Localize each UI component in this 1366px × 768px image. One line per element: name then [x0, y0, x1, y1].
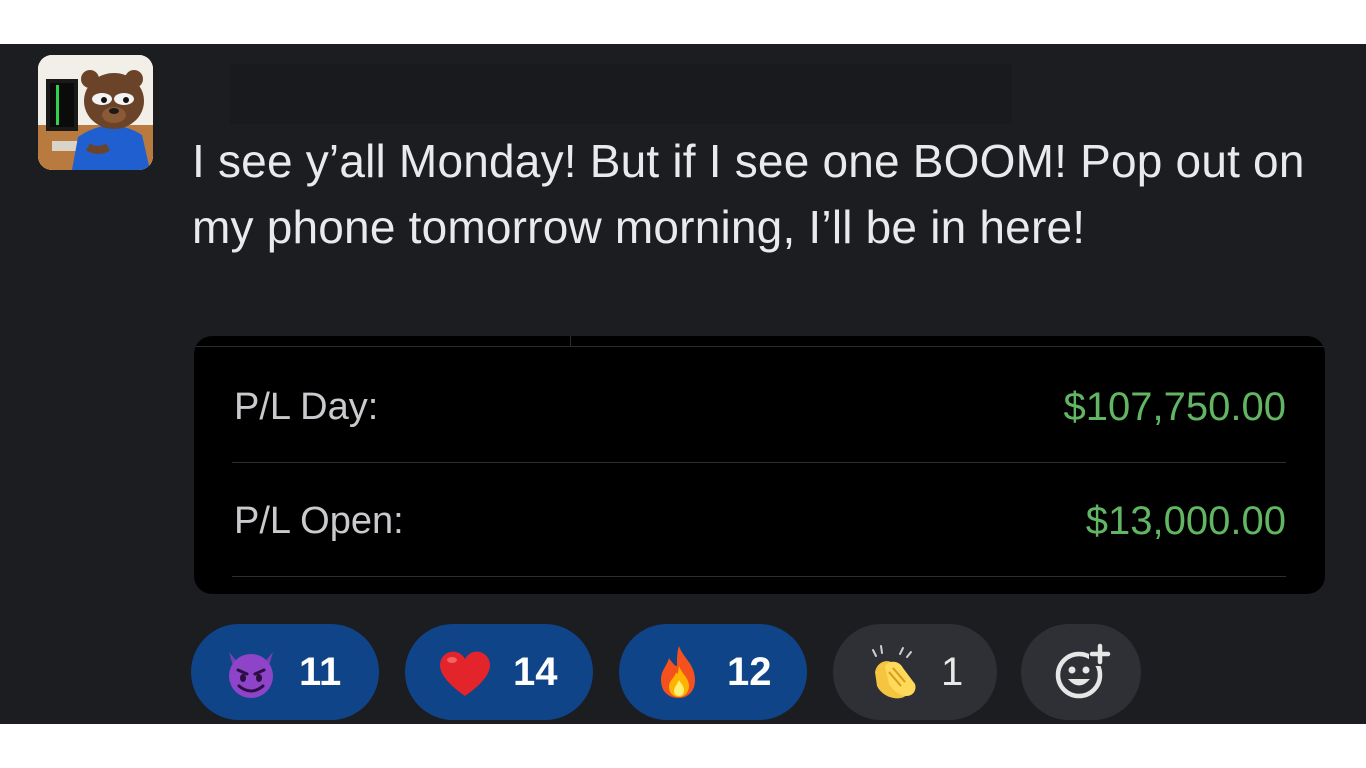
pl-open-value: $13,000.00: [1085, 499, 1286, 543]
pl-day-label: P/L Day:: [234, 386, 379, 428]
pl-open-label: P/L Open:: [234, 500, 404, 542]
fire-icon: [649, 642, 709, 702]
red-heart-icon: [435, 642, 495, 702]
reaction-red-heart[interactable]: 14: [405, 624, 593, 720]
card-divider-tick: [570, 336, 571, 346]
reaction-count: 11: [299, 650, 342, 694]
reaction-fire[interactable]: 12: [619, 624, 807, 720]
reaction-clapping-hands[interactable]: 1: [833, 624, 997, 720]
reaction-smiling-devil[interactable]: 11: [191, 624, 379, 720]
pl-day-value: $107,750.00: [1063, 385, 1286, 429]
add-reaction-button[interactable]: [1021, 624, 1141, 720]
redacted-username: [230, 64, 1012, 124]
reaction-count: 1: [941, 650, 964, 694]
message-text: I see y’all Monday! But if I see one BOO…: [192, 135, 1305, 253]
smiling-devil-icon: [221, 642, 281, 702]
bear-avatar-icon: [38, 55, 153, 170]
pl-card: P/L Day: $107,750.00 P/L Open: $13,000.0…: [194, 336, 1325, 594]
reaction-count: 14: [513, 650, 558, 694]
avatar[interactable]: [38, 55, 153, 170]
pl-open-row: P/L Open: $13,000.00: [232, 462, 1286, 577]
card-divider: [194, 346, 1325, 347]
reaction-bar: 11 14 12 1: [191, 624, 1191, 720]
clapping-hands-icon: [863, 642, 923, 702]
add-reaction-icon: [1051, 642, 1111, 702]
pl-day-row: P/L Day: $107,750.00: [232, 348, 1286, 463]
message-frame: I see y’all Monday! But if I see one BOO…: [0, 44, 1366, 724]
reaction-count: 12: [727, 650, 772, 694]
